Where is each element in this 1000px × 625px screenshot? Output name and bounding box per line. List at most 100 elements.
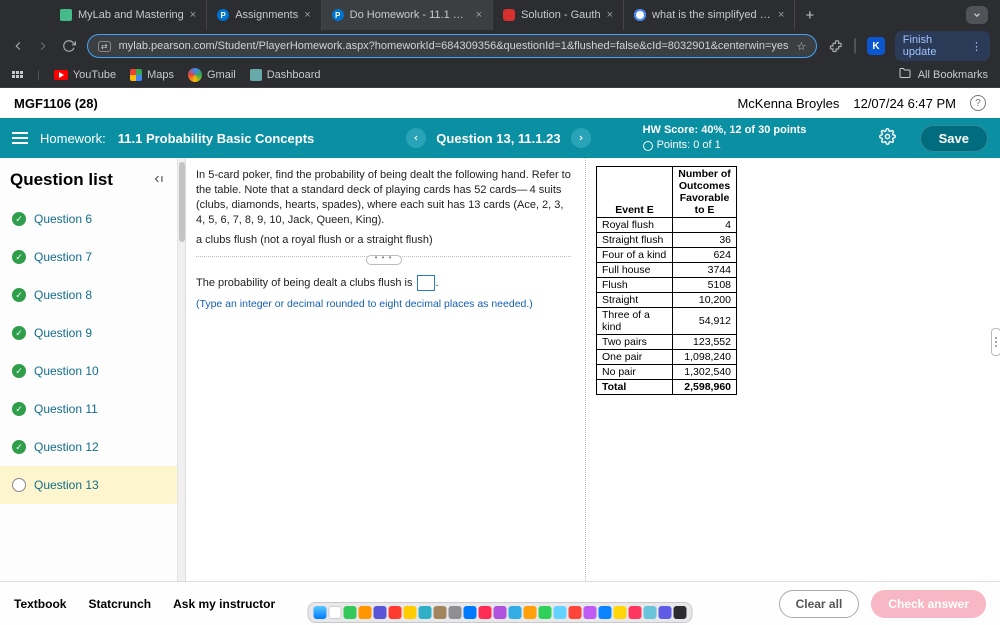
apps-grid-icon[interactable]: [12, 71, 23, 78]
answer-input[interactable]: [417, 275, 435, 291]
question-list-item[interactable]: ✓Question 7: [0, 238, 177, 276]
table-row: Straight flush36: [597, 233, 737, 248]
tab-close-icon[interactable]: ×: [778, 9, 784, 21]
new-tab-button[interactable]: +: [795, 7, 824, 24]
outcome-cell: 1,302,540: [673, 365, 737, 380]
expand-handle[interactable]: [366, 255, 402, 265]
homework-label: Homework:: [40, 131, 106, 146]
next-question-button[interactable]: [571, 128, 591, 148]
address-bar[interactable]: ⇄ mylab.pearson.com/Student/PlayerHomewo…: [87, 34, 817, 58]
settings-gear-icon[interactable]: [879, 128, 896, 149]
question-list-item[interactable]: ✓ Question 6: [0, 200, 177, 238]
browser-tab[interactable]: P Assignments ×: [207, 0, 321, 30]
check-complete-icon: ✓: [12, 326, 26, 340]
table-row: Three of a kind54,912: [597, 308, 737, 335]
table-row: One pair1,098,240: [597, 350, 737, 365]
extensions-icon[interactable]: [827, 38, 843, 54]
bookmark-gmail[interactable]: Gmail: [188, 68, 236, 82]
tab-favicon: [60, 9, 72, 21]
table-row: Flush5108: [597, 278, 737, 293]
table-row: Straight10,200: [597, 293, 737, 308]
kebab-icon: ⋮: [971, 40, 982, 53]
event-cell: Royal flush: [597, 218, 673, 233]
nav-back-icon[interactable]: [10, 38, 26, 54]
save-button[interactable]: Save: [920, 125, 988, 152]
tab-close-icon[interactable]: ×: [476, 9, 482, 21]
event-cell: Full house: [597, 263, 673, 278]
hw-score: HW Score: 40%, 12 of 30 points: [643, 123, 807, 138]
outcome-cell: 624: [673, 248, 737, 263]
question-indicator: Question 13, 11.1.23: [436, 131, 560, 146]
check-incomplete-icon: ✓: [12, 478, 26, 492]
outcome-cell: 1,098,240: [673, 350, 737, 365]
tab-close-icon[interactable]: ×: [304, 9, 310, 21]
macos-dock[interactable]: [308, 602, 693, 623]
question-list-item[interactable]: ✓ Question 9: [0, 314, 177, 352]
ask-instructor-link[interactable]: Ask my instructor: [173, 597, 275, 611]
event-cell: Straight flush: [597, 233, 673, 248]
browser-tab[interactable]: PDo Homework - 11.1 Probabili×: [322, 0, 493, 30]
tab-favicon: P: [217, 9, 229, 21]
tab-close-icon[interactable]: ×: [607, 9, 613, 21]
collapse-sidebar-icon[interactable]: [151, 172, 167, 189]
table-row: Two pairs123,552: [597, 335, 737, 350]
browser-tab[interactable]: Solution - Gauth ×: [493, 0, 624, 30]
question-label: Question 9: [34, 326, 92, 340]
question-label: Question 6: [34, 212, 92, 226]
bookmark-youtube[interactable]: YouTube: [54, 69, 116, 81]
youtube-icon: [54, 70, 68, 80]
bookmark-dashboard[interactable]: Dashboard: [250, 69, 321, 81]
check-answer-button[interactable]: Check answer: [871, 590, 986, 618]
check-complete-icon: ✓: [12, 288, 26, 302]
tab-title: Assignments: [235, 9, 298, 21]
question-label: Question 10: [34, 364, 99, 378]
answer-hint: (Type an integer or decimal rounded to e…: [196, 297, 571, 311]
statcrunch-link[interactable]: Statcrunch: [88, 597, 151, 611]
help-icon[interactable]: ?: [970, 95, 986, 111]
event-cell: Four of a kind: [597, 248, 673, 263]
maps-icon: [130, 69, 142, 81]
table-total-row: Total2,598,960: [597, 380, 737, 395]
tab-close-icon[interactable]: ×: [190, 9, 196, 21]
outcome-cell: 54,912: [673, 308, 737, 335]
homework-title: 11.1 Probability Basic Concepts: [118, 131, 315, 146]
check-complete-icon: ✓: [12, 250, 26, 264]
textbook-link[interactable]: Textbook: [14, 597, 66, 611]
tab-overflow-icon[interactable]: [966, 6, 988, 24]
question-list-item[interactable]: ✓Question 8: [0, 276, 177, 314]
question-list-item[interactable]: ✓Question 11: [0, 390, 177, 428]
url-text: mylab.pearson.com/Student/PlayerHomework…: [119, 40, 789, 52]
finish-update-button[interactable]: Finish update ⋮: [895, 31, 990, 61]
nav-forward-icon[interactable]: [36, 38, 52, 54]
browser-tab[interactable]: what is the simplifyed verison×: [624, 0, 795, 30]
all-bookmarks-link[interactable]: All Bookmarks: [918, 69, 988, 81]
content-scrollbar[interactable]: [178, 158, 186, 581]
tab-strip: MyLab and Mastering×PAssignments×PDo Hom…: [0, 0, 1000, 30]
question-label: Question 11: [34, 402, 98, 416]
tab-title: Solution - Gauth: [521, 9, 601, 21]
outcome-cell: 10,200: [673, 293, 737, 308]
event-cell: Two pairs: [597, 335, 673, 350]
site-info-icon[interactable]: ⇄: [98, 41, 111, 52]
table-row: Four of a kind624: [597, 248, 737, 263]
check-complete-icon: ✓: [12, 364, 26, 378]
browser-tab[interactable]: MyLab and Mastering×: [50, 0, 207, 30]
question-list-item[interactable]: ✓Question 12: [0, 428, 177, 466]
profile-badge[interactable]: K: [867, 37, 885, 55]
question-list-item[interactable]: ✓Question 13: [0, 466, 177, 504]
reload-icon[interactable]: [61, 38, 77, 54]
pane-resize-handle[interactable]: [991, 328, 1000, 356]
menu-icon[interactable]: [12, 132, 28, 144]
event-cell: No pair: [597, 365, 673, 380]
total-label-cell: Total: [597, 380, 673, 395]
clear-all-button[interactable]: Clear all: [779, 590, 860, 618]
bookmark-maps[interactable]: Maps: [130, 69, 174, 81]
table-row: Royal flush4: [597, 218, 737, 233]
question-list-heading: Question list: [10, 170, 113, 190]
event-cell: Straight: [597, 293, 673, 308]
check-complete-icon: ✓: [12, 212, 26, 226]
question-list-item[interactable]: ✓ Question 10: [0, 352, 177, 390]
prev-question-button[interactable]: [406, 128, 426, 148]
outcome-cell: 4: [673, 218, 737, 233]
bookmark-star-icon[interactable]: ☆: [797, 40, 807, 53]
